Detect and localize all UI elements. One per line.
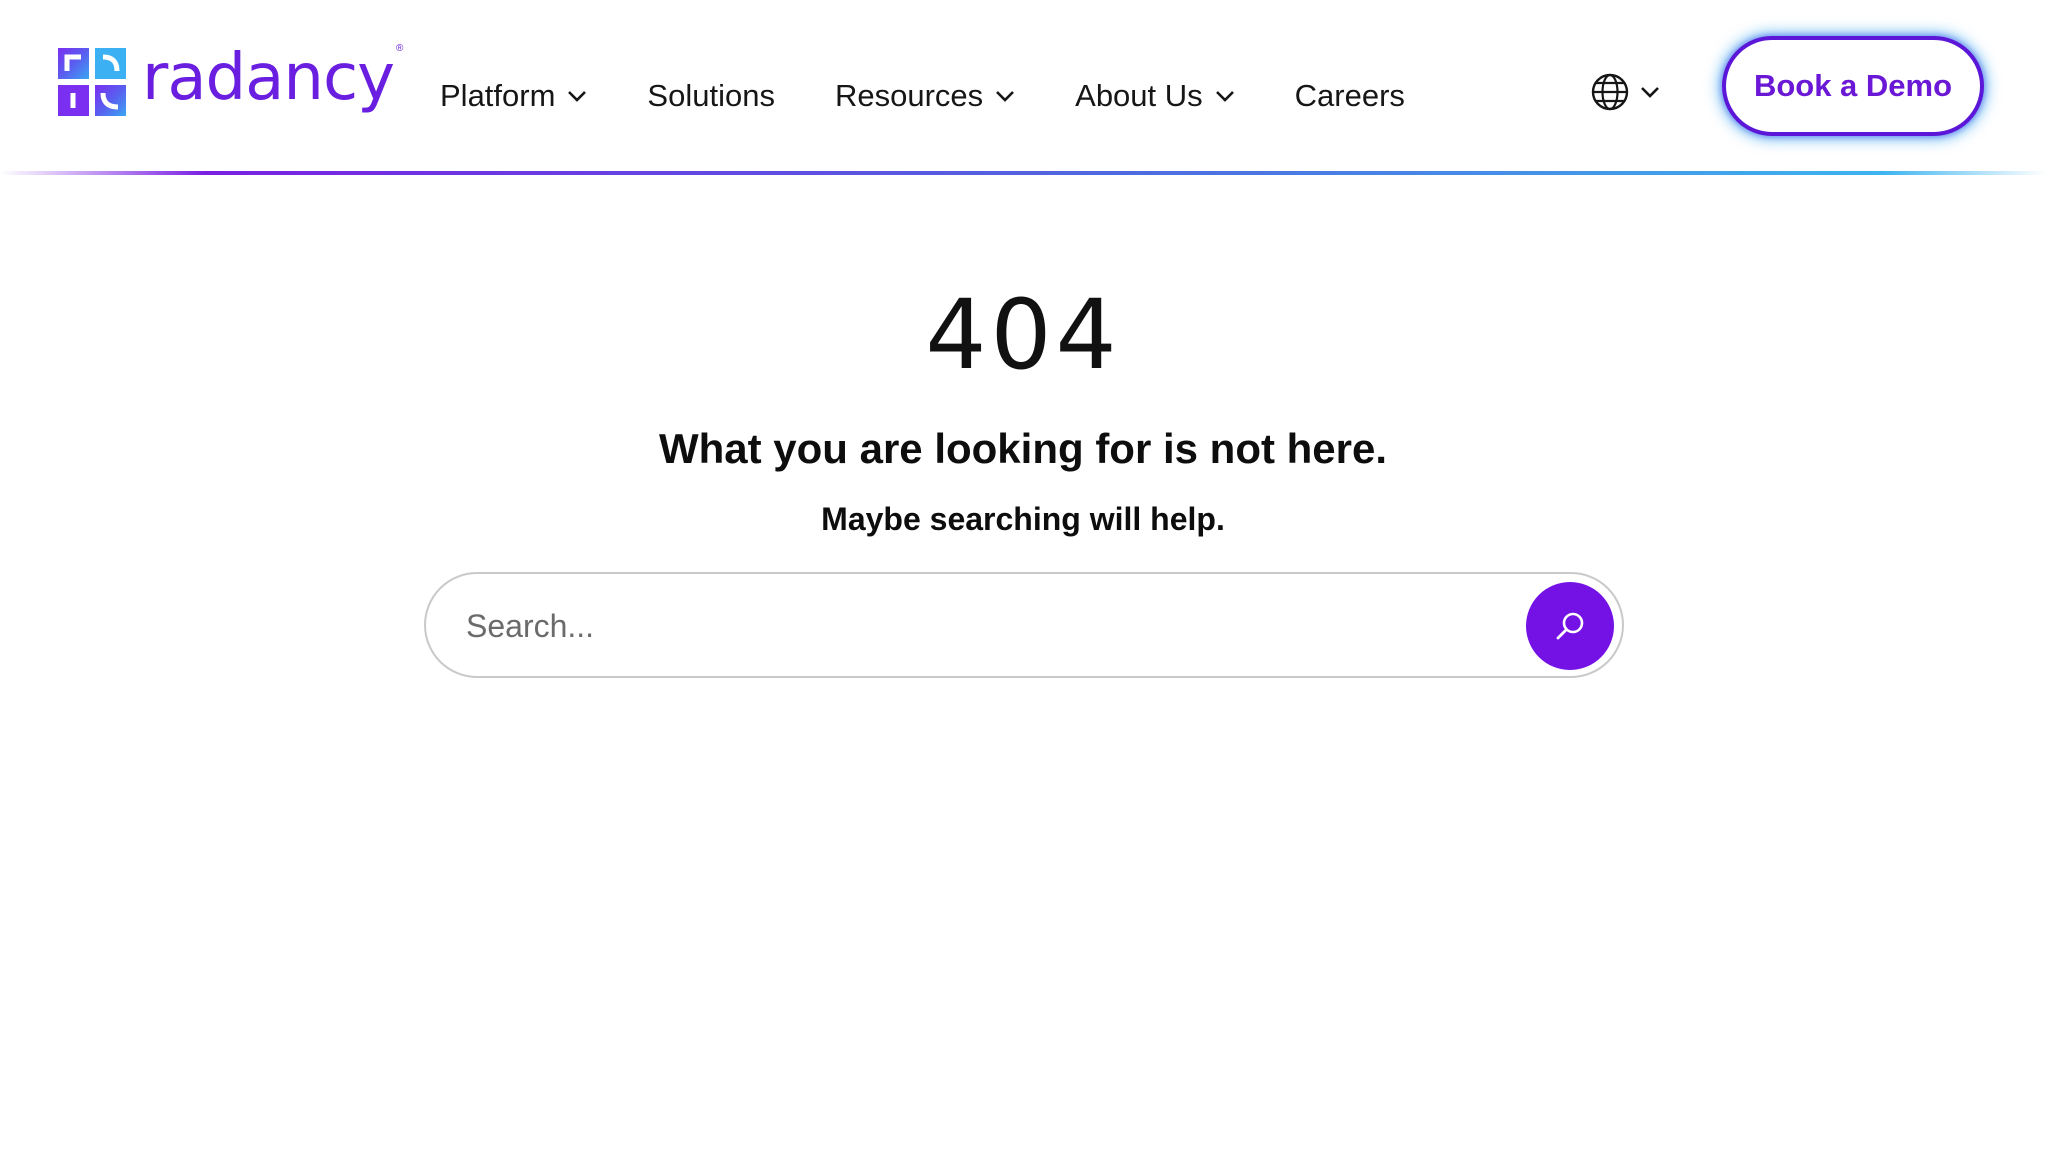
nav-item-label: Platform — [440, 78, 556, 113]
search-input[interactable] — [464, 574, 1518, 678]
nav-item-label: Careers — [1294, 78, 1405, 113]
logo-mark-icon — [58, 48, 126, 116]
main-nav: Platform Solutions Resources About Us Ca… — [440, 72, 1465, 120]
nav-item-about-us[interactable]: About Us — [1075, 78, 1235, 114]
nav-item-label: Resources — [834, 78, 984, 113]
globe-icon — [1591, 73, 1629, 111]
chevron-down-icon — [1215, 91, 1234, 102]
chevron-down-icon — [568, 91, 587, 102]
error-headline: What you are looking for is not here. — [658, 425, 1388, 472]
language-selector[interactable] — [1590, 72, 1660, 112]
search-button[interactable] — [1526, 582, 1614, 670]
header-divider — [0, 171, 2046, 175]
search-icon — [1556, 612, 1584, 640]
nav-item-resources[interactable]: Resources — [835, 78, 1015, 114]
site-header: radancy ® Platform Solutions Resources A… — [0, 0, 2046, 172]
error-subline: Maybe searching will help. — [821, 501, 1225, 537]
nav-item-label: About Us — [1075, 78, 1203, 113]
nav-item-label: Solutions — [647, 78, 775, 113]
logo-wordmark: radancy — [142, 41, 395, 115]
radancy-logo[interactable]: radancy ® — [58, 41, 403, 116]
chevron-down-icon — [1641, 87, 1659, 98]
search-form — [424, 572, 1624, 678]
page: radancy ® Platform Solutions Resources A… — [0, 0, 2046, 1151]
registered-mark: ® — [396, 42, 404, 54]
nav-item-platform[interactable]: Platform — [440, 78, 587, 114]
chevron-down-icon — [996, 91, 1015, 102]
nav-item-solutions[interactable]: Solutions — [647, 78, 775, 114]
book-demo-button[interactable]: Book a Demo — [1722, 36, 1984, 136]
nav-item-careers[interactable]: Careers — [1295, 78, 1405, 114]
error-code: 404 — [925, 279, 1121, 391]
